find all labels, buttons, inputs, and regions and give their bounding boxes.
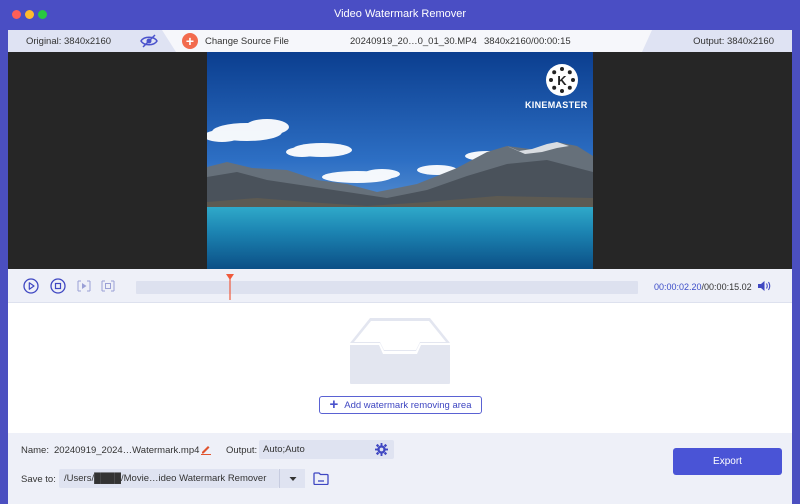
name-label: Name: <box>21 445 49 456</box>
info-bar: Original: 3840x2160 + Change Source File… <box>8 30 792 52</box>
clip-end-icon[interactable] <box>100 278 116 294</box>
window-title: Video Watermark Remover <box>333 8 467 20</box>
playhead[interactable] <box>225 274 234 300</box>
inbox-icon <box>350 318 450 384</box>
clip-start-icon[interactable] <box>76 278 92 294</box>
watermark-text: KINEMASTER <box>525 100 588 110</box>
stop-icon[interactable] <box>50 278 66 294</box>
video-frame[interactable]: K KINEMASTER <box>207 52 593 269</box>
chevron-down-icon <box>289 477 297 481</box>
save-to-label: Save to: <box>21 474 56 485</box>
export-settings-panel: Name: 20240919_2024…Watermark.mp4 Output… <box>8 433 792 504</box>
folder-icon[interactable] <box>313 472 329 485</box>
change-source-file-button[interactable]: + Change Source File <box>182 32 289 50</box>
output-file-name: 20240919_2024…Watermark.mp4 <box>54 445 200 456</box>
window-border <box>792 30 800 504</box>
current-time: 00:00:02.20 <box>654 282 702 292</box>
plus-icon: + <box>329 396 339 413</box>
total-time: /00:00:15.02 <box>701 282 752 292</box>
pencil-icon[interactable] <box>200 443 212 455</box>
export-button[interactable]: Export <box>673 448 782 475</box>
output-settings-field[interactable]: Auto;Auto <box>259 440 394 459</box>
source-file-name: 20240919_20…0_01_30.MP4 <box>350 36 477 47</box>
original-resolution: Original: 3840x2160 <box>26 36 112 47</box>
play-icon[interactable] <box>23 278 39 294</box>
svg-text:K: K <box>557 73 567 88</box>
output-label: Output: <box>226 445 258 456</box>
video-scene <box>207 52 593 269</box>
gear-icon[interactable] <box>375 443 388 456</box>
watermark-area-panel: + Add watermark removing area <box>8 303 792 433</box>
save-path-dropdown-button[interactable] <box>279 469 305 488</box>
add-watermark-area-button[interactable]: + Add watermark removing area <box>319 396 482 414</box>
volume-icon[interactable] <box>757 280 771 292</box>
kinemaster-logo: K <box>546 64 578 96</box>
save-path-field[interactable]: /Users/████/Movie…ideo Watermark Remover <box>59 469 279 488</box>
add-watermark-area-label: Add watermark removing area <box>344 399 472 411</box>
time-display: 00:00:02.20/00:00:15.02 <box>654 282 752 292</box>
save-path-value: /Users/████/Movie…ideo Watermark Remover <box>64 473 267 484</box>
playback-controls: 00:00:02.20/00:00:15.02 <box>8 269 792 303</box>
eye-slash-icon[interactable] <box>140 34 158 48</box>
timeline-track[interactable] <box>136 274 638 300</box>
change-source-label: Change Source File <box>205 35 289 47</box>
source-resolution-duration: 3840x2160/00:00:15 <box>484 36 571 47</box>
output-settings-value: Auto;Auto <box>263 444 305 455</box>
video-preview-area: K KINEMASTER <box>8 52 792 269</box>
title-bar: Video Watermark Remover <box>0 0 800 30</box>
plus-icon: + <box>182 33 198 49</box>
output-resolution: Output: 3840x2160 <box>693 36 774 47</box>
